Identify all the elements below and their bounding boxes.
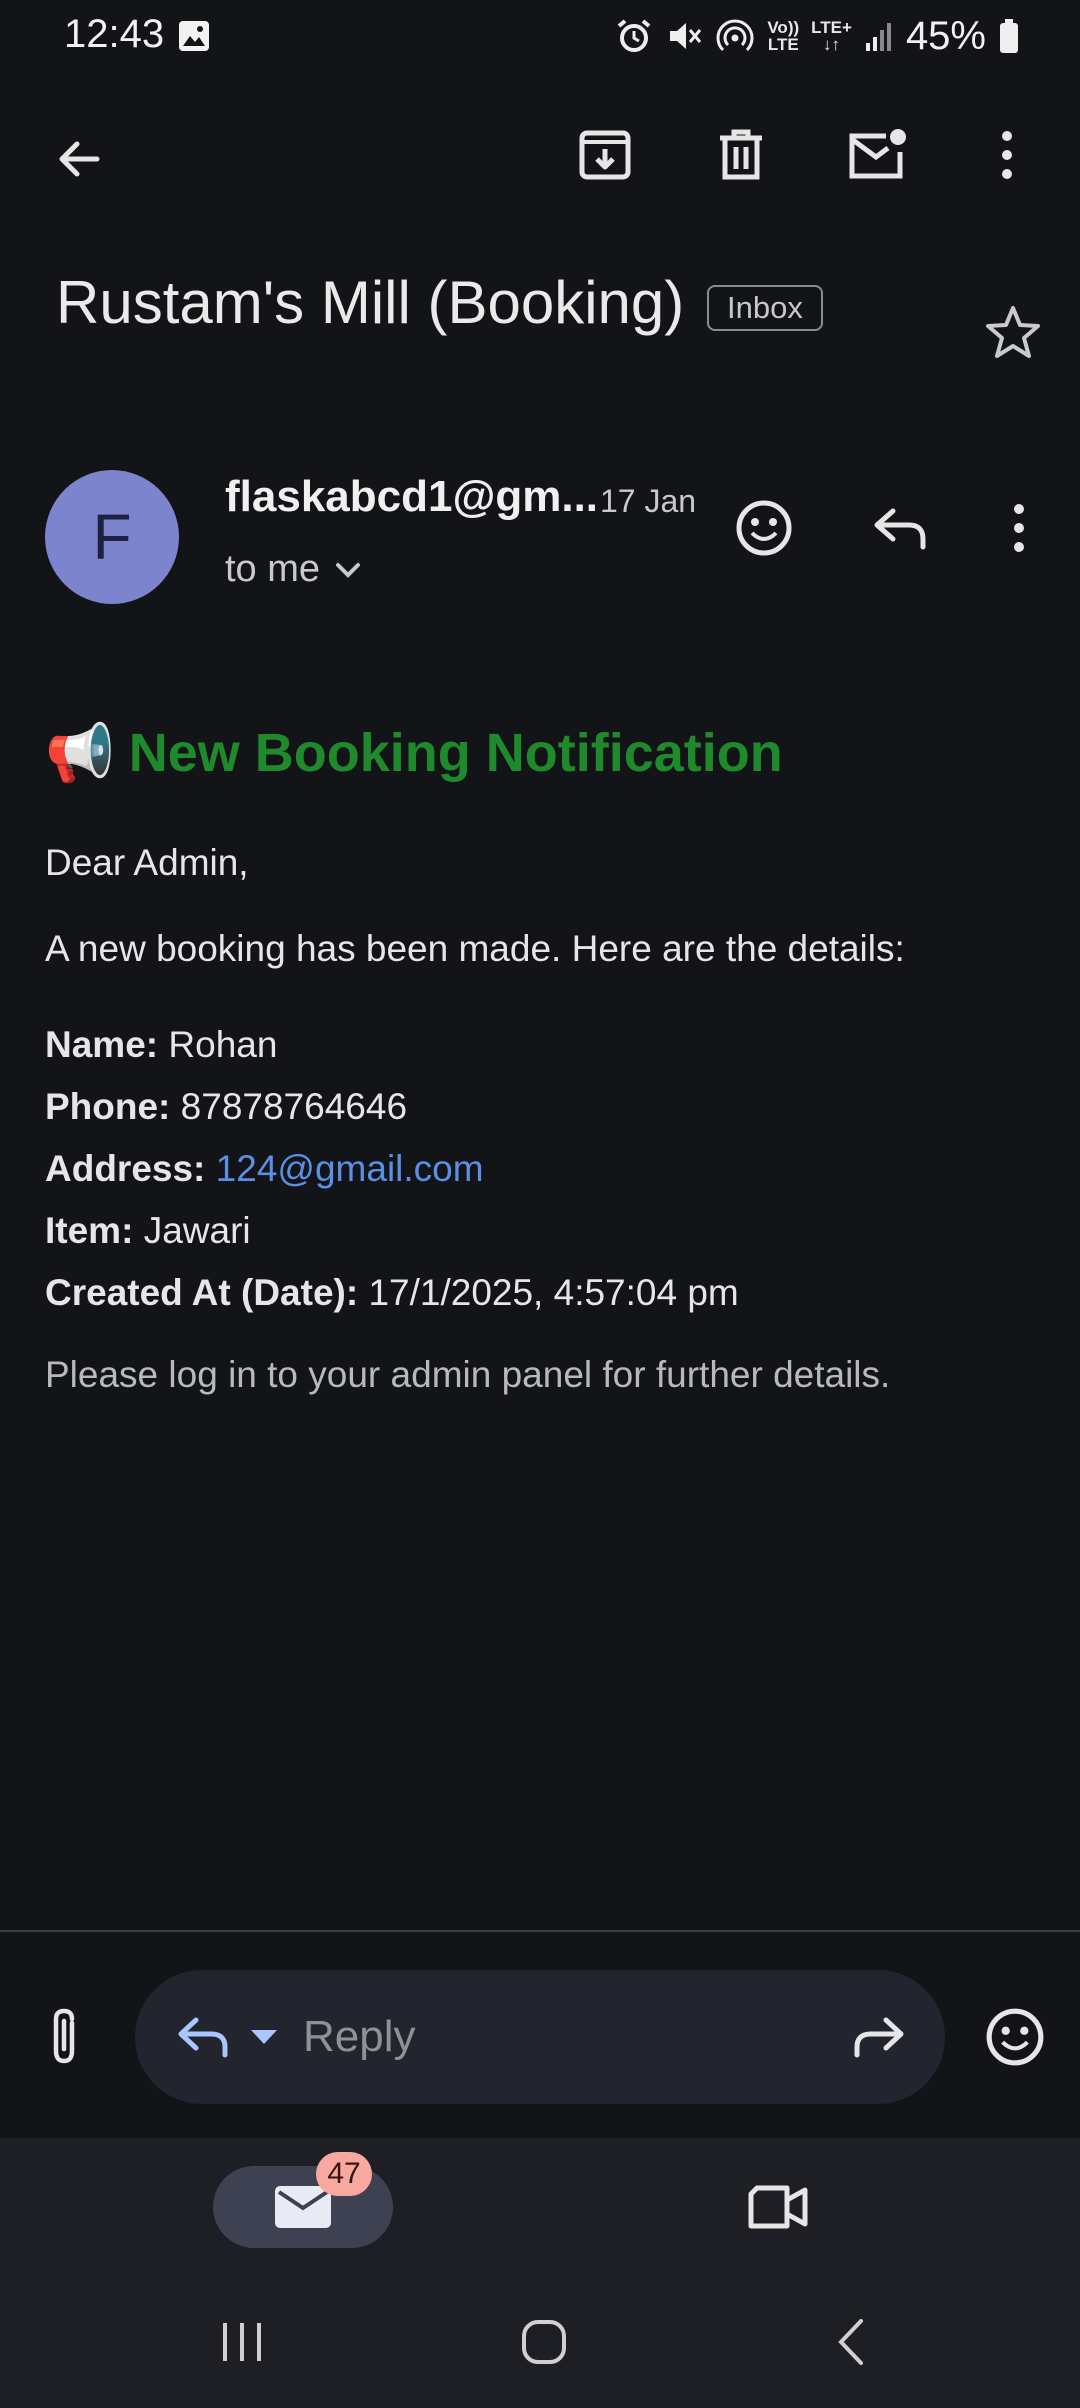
recipient-text: to me xyxy=(225,548,321,590)
home-icon xyxy=(522,2320,566,2364)
star-icon xyxy=(986,306,1040,358)
attach-button[interactable] xyxy=(24,1992,104,2082)
reply-type-dropdown-icon[interactable] xyxy=(249,2028,279,2046)
detail-value: Jawari xyxy=(143,1210,251,1251)
detail-name: Name: Rohan xyxy=(45,1014,1035,1076)
more-options-button[interactable] xyxy=(962,110,1052,200)
delete-button[interactable] xyxy=(696,110,786,200)
reply-icon[interactable] xyxy=(175,2013,231,2061)
smiley-icon xyxy=(736,500,792,556)
paperclip-icon xyxy=(53,2008,75,2064)
system-back-button[interactable] xyxy=(820,2312,880,2372)
hotspot-icon xyxy=(716,19,754,52)
sender-avatar[interactable]: F xyxy=(45,470,179,604)
star-button[interactable] xyxy=(968,288,1058,378)
detail-label: Item: xyxy=(45,1210,134,1251)
recent-apps-icon xyxy=(223,2323,261,2361)
volte-indicator: Vo)) LTE xyxy=(767,18,800,54)
smiley-icon xyxy=(986,2008,1044,2066)
home-button[interactable] xyxy=(512,2310,576,2374)
detail-label: Phone: xyxy=(45,1086,171,1127)
recent-apps-button[interactable] xyxy=(212,2312,272,2372)
detail-item: Item: Jawari xyxy=(45,1200,1035,1262)
message-more-button[interactable] xyxy=(975,484,1063,572)
email-date: 17 Jan xyxy=(600,483,697,519)
mute-icon xyxy=(670,23,702,49)
detail-value: Rohan xyxy=(168,1024,278,1065)
detail-address: Address: 124@gmail.com xyxy=(45,1138,1035,1200)
gallery-notification-icon xyxy=(179,21,209,51)
lte-plus-indicator: LTE+ ↓↑ xyxy=(811,18,852,54)
mark-unread-icon xyxy=(849,129,906,179)
more-vert-icon xyxy=(1014,504,1024,552)
more-vert-icon xyxy=(1002,131,1012,179)
chevron-left-icon xyxy=(838,2319,863,2365)
back-button[interactable] xyxy=(34,114,124,204)
status-bar: 12:43 Vo)) LTE LTE+ ↓↑ 45% xyxy=(0,0,1080,72)
meet-tab[interactable] xyxy=(730,2166,826,2248)
battery-percent: 45% xyxy=(905,13,986,58)
footer-note: Please log in to your admin panel for fu… xyxy=(45,1354,891,1395)
reply-compose-bar[interactable]: Reply xyxy=(135,1970,945,2104)
booking-details: Name: Rohan Phone: 87878764646 Address: … xyxy=(45,1014,1035,1324)
unread-count-badge: 47 xyxy=(316,2152,372,2196)
battery-icon xyxy=(1000,19,1018,53)
detail-value: 17/1/2025, 4:57:04 pm xyxy=(368,1272,739,1313)
booking-heading: 📢 New Booking Notification xyxy=(45,720,1035,786)
megaphone-icon: 📢 xyxy=(45,721,115,784)
recipient-details-toggle[interactable]: to me xyxy=(225,548,362,591)
emoji-button[interactable] xyxy=(970,1992,1060,2082)
detail-label: Created At (Date): xyxy=(45,1272,359,1313)
intro-text: A new booking has been made. Here are th… xyxy=(45,928,905,969)
detail-value[interactable]: 87878764646 xyxy=(181,1086,407,1127)
inbox-label-chip[interactable]: Inbox xyxy=(707,285,823,331)
email-body: 📢 New Booking Notification Dear Admin, A… xyxy=(45,720,1035,1396)
email-subject: Rustam's Mill (Booking) xyxy=(56,269,685,336)
archive-button[interactable] xyxy=(560,110,650,200)
mark-unread-button[interactable] xyxy=(832,110,922,200)
video-camera-icon xyxy=(748,2185,808,2229)
trash-icon xyxy=(720,129,762,180)
reply-button[interactable] xyxy=(856,484,944,572)
status-time: 12:43 xyxy=(64,12,165,56)
detail-phone: Phone: 87878764646 xyxy=(45,1076,1035,1138)
greeting: Dear Admin, xyxy=(45,842,249,883)
detail-created-at: Created At (Date): 17/1/2025, 4:57:04 pm xyxy=(45,1262,1035,1324)
signal-icon xyxy=(865,23,891,51)
reply-icon xyxy=(874,508,926,550)
alarm-icon xyxy=(618,19,651,52)
chevron-down-icon xyxy=(336,562,361,578)
back-arrow-icon xyxy=(59,141,100,177)
detail-label: Address: xyxy=(45,1148,206,1189)
forward-icon[interactable] xyxy=(851,2013,907,2061)
status-icons: Vo)) LTE LTE+ ↓↑ 45% xyxy=(615,10,1020,62)
archive-icon xyxy=(579,130,631,180)
sender-name[interactable]: flaskabcd1@gm... xyxy=(225,472,598,522)
reply-placeholder[interactable]: Reply xyxy=(303,2012,851,2062)
detail-label: Name: xyxy=(45,1024,159,1065)
heading-text: New Booking Notification xyxy=(128,723,783,783)
address-email-link[interactable]: 124@gmail.com xyxy=(216,1148,484,1189)
add-reaction-button[interactable] xyxy=(720,484,808,572)
divider xyxy=(0,1930,1080,1932)
